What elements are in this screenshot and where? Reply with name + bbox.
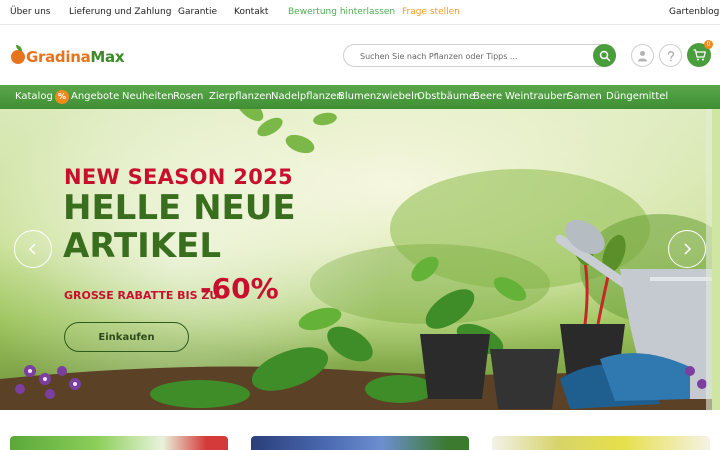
main-nav: Katalog % Angebote Neuheiten Rosen Zierp… — [0, 85, 720, 109]
nav-item-conifers[interactable]: Nadelpflanzen — [271, 91, 343, 102]
account-button[interactable] — [631, 44, 654, 67]
nav-item-grapes[interactable]: Weintrauben — [505, 91, 569, 102]
hero-headline-line1: HELLE NEUE — [63, 188, 296, 228]
nav-item-new[interactable]: Neuheiten — [122, 91, 174, 102]
top-bar: Über uns Lieferung und Zahlung Garantie … — [0, 0, 720, 25]
search-bar — [343, 44, 616, 67]
logo-text: GradinaMax — [26, 48, 125, 66]
link-delivery-payment[interactable]: Lieferung und Zahlung — [69, 7, 171, 17]
shop-now-button[interactable]: Einkaufen — [64, 322, 189, 352]
search-input[interactable] — [360, 49, 585, 63]
search-icon — [599, 50, 610, 61]
question-icon — [667, 50, 674, 61]
link-about-us[interactable]: Über uns — [10, 7, 51, 17]
nav-item-fertilizers[interactable]: Düngemittel — [606, 91, 668, 102]
logo[interactable]: GradinaMax — [11, 45, 125, 69]
search-button[interactable] — [593, 44, 616, 67]
link-ask-question[interactable]: Frage stellen — [402, 7, 460, 17]
cart-button[interactable]: 0 — [687, 40, 713, 67]
cart-count-badge: 0 — [704, 40, 713, 49]
category-card-3[interactable] — [492, 436, 710, 450]
link-garden-blog[interactable]: Gartenblog — [669, 7, 719, 17]
hero-season-title: NEW SEASON 2025 — [64, 165, 293, 189]
link-contact[interactable]: Kontakt — [234, 7, 268, 17]
slider-prev-button[interactable] — [14, 230, 52, 268]
chevron-left-icon — [28, 243, 36, 255]
nav-item-offers[interactable]: Angebote — [71, 91, 119, 102]
category-card-1[interactable] — [10, 436, 228, 450]
chevron-right-icon — [684, 243, 692, 255]
nav-item-ornamental[interactable]: Zierpflanzen — [209, 91, 272, 102]
percent-badge: % — [55, 90, 69, 104]
slider-next-button[interactable] — [668, 230, 706, 268]
cart-icon — [693, 49, 706, 61]
nav-item-seeds[interactable]: Samen — [567, 91, 602, 102]
link-leave-review[interactable]: Bewertung hinterlassen — [288, 7, 395, 17]
hero-discount-value: -60% — [200, 272, 279, 305]
category-card-2[interactable] — [251, 436, 469, 450]
hero-headline-line2: ARTIKEL — [63, 226, 222, 266]
nav-item-catalog[interactable]: Katalog — [15, 91, 53, 102]
nav-item-bulbs[interactable]: Blumenzwiebeln — [338, 91, 420, 102]
logo-tomato-icon — [11, 45, 25, 64]
next-slide-peek — [712, 109, 720, 410]
nav-item-berries[interactable]: Beere — [473, 91, 502, 102]
hero-discount-text: GROSSE RABATTE BIS ZU — [64, 289, 219, 302]
help-button[interactable] — [659, 44, 682, 67]
link-guarantee[interactable]: Garantie — [178, 7, 217, 17]
user-icon — [638, 50, 647, 61]
nav-item-roses[interactable]: Rosen — [173, 91, 203, 102]
nav-item-fruit-trees[interactable]: Obstbäume — [417, 91, 475, 102]
header: GradinaMax 0 — [0, 26, 720, 84]
hero-banner[interactable]: NEW SEASON 2025 HELLE NEUE ARTIKEL GROSS… — [0, 109, 712, 410]
